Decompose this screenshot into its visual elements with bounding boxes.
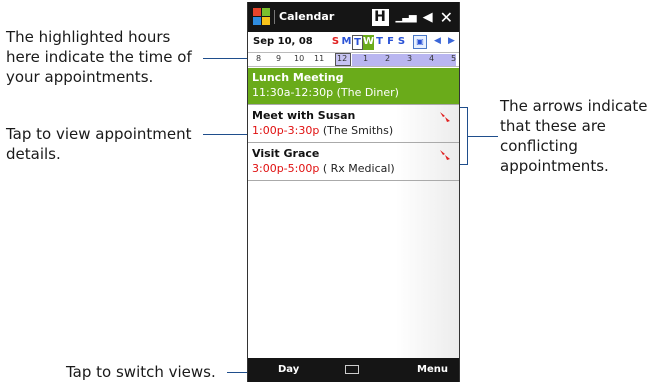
hour-label: 8 xyxy=(256,54,262,63)
hsdpa-icon: H xyxy=(371,8,389,26)
appointment-time: 11:30a-12:30p xyxy=(252,86,334,99)
hour-label: 4 xyxy=(429,54,435,63)
weekday-sat[interactable]: S xyxy=(396,35,407,50)
phone-screen: Calendar H ▁▃▅ ◀︎ ✕ Sep 10, 08 S M T W T… xyxy=(247,2,460,382)
windows-start-icon[interactable] xyxy=(253,8,271,26)
app-title: Calendar xyxy=(279,10,335,23)
date-label[interactable]: Sep 10, 08 xyxy=(253,36,313,47)
weekday-fri[interactable]: F xyxy=(385,35,396,50)
softkey-bar: Day Menu xyxy=(248,358,459,382)
go-to-today-icon[interactable]: ▣ xyxy=(413,35,427,49)
annotation-arrows: The arrows indicate that these are confl… xyxy=(500,97,648,175)
appointment-item[interactable]: Lunch Meeting 11:30a-12:30p (The Diner) xyxy=(248,68,459,105)
hour-label: 1 xyxy=(363,54,369,63)
hour-label: 9 xyxy=(276,54,282,63)
hour-label: 3 xyxy=(407,54,413,63)
weekday-mon[interactable]: M xyxy=(341,35,352,50)
status-icons: H ▁▃▅ ◀︎ ✕ xyxy=(371,7,453,27)
hour-label: 2 xyxy=(385,54,391,63)
appointment-time: 1:00p-3:30p xyxy=(252,124,320,137)
weekday-thu[interactable]: T xyxy=(374,35,385,50)
title-bar: Calendar H ▁▃▅ ◀︎ ✕ xyxy=(248,2,459,32)
appointment-item[interactable]: Meet with Susan 1:00p-3:30p (The Smiths) xyxy=(248,106,459,143)
conflict-arrows-icon xyxy=(440,112,450,122)
annotation-line-tap xyxy=(203,134,248,135)
hour-label: 12 xyxy=(337,54,348,63)
hour-label: 11 xyxy=(314,54,325,63)
annotation-line-arrows xyxy=(468,136,498,137)
date-row: Sep 10, 08 S M T W T F S ▣ ◀ ▶ xyxy=(248,32,459,52)
week-strip: S M T W T F S xyxy=(330,35,407,50)
appointment-title: Meet with Susan xyxy=(252,109,356,122)
hour-label: 10 xyxy=(294,54,305,63)
next-arrow-icon[interactable]: ▶ xyxy=(448,36,455,46)
appointment-time: 3:00p-5:00p xyxy=(252,162,320,175)
conflict-arrows-icon xyxy=(440,150,450,160)
appointment-location: (The Diner) xyxy=(336,86,399,99)
softkey-menu[interactable]: Menu xyxy=(417,364,448,375)
annotation-tap-view: Tap to view appointment details. xyxy=(6,125,192,163)
appointment-item[interactable]: Visit Grace 3:00p-5:00p ( Rx Medical) xyxy=(248,144,459,181)
annotation-highlighted-hours: The highlighted hours here indicate the … xyxy=(6,28,192,86)
annotation-switch-views: Tap to switch views. xyxy=(66,363,216,381)
hour-label: 5 xyxy=(451,54,457,63)
hour-strip[interactable]: 8 9 10 11 12 1 2 3 4 5 xyxy=(248,52,459,67)
appointment-title: Visit Grace xyxy=(252,147,320,160)
softkey-day[interactable]: Day xyxy=(278,364,299,375)
volume-icon[interactable]: ◀︎ xyxy=(423,10,433,25)
appointment-title: Lunch Meeting xyxy=(252,71,344,84)
appointment-location: (The Smiths) xyxy=(322,124,394,137)
weekday-sun[interactable]: S xyxy=(330,35,341,50)
close-icon[interactable]: ✕ xyxy=(440,8,453,27)
weekday-tue[interactable]: T xyxy=(352,35,363,50)
title-separator xyxy=(274,10,275,24)
prev-arrow-icon[interactable]: ◀ xyxy=(434,36,441,46)
signal-icon[interactable]: ▁▃▅ xyxy=(396,12,417,23)
keyboard-icon[interactable] xyxy=(345,365,359,374)
appointment-location: ( Rx Medical) xyxy=(322,162,395,175)
appointment-list: Lunch Meeting 11:30a-12:30p (The Diner) … xyxy=(248,68,459,358)
weekday-wed[interactable]: W xyxy=(363,35,374,50)
